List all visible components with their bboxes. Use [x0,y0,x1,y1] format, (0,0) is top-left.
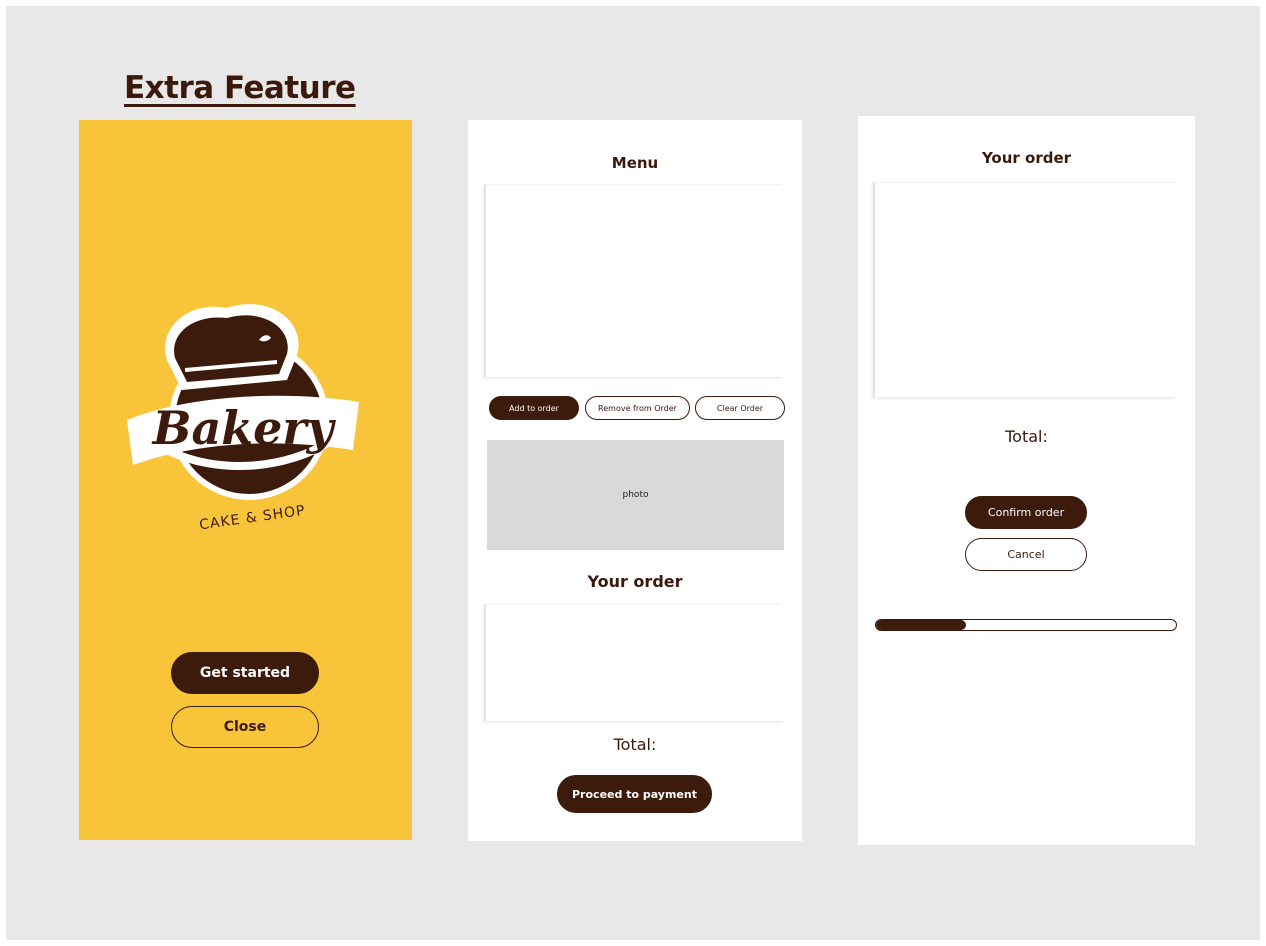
logo-tagline: CAKE & SHOP [198,503,306,534]
total-label: Total: [613,735,657,754]
bakery-logo: Bakery CAKE & SHOP [127,304,359,534]
get-started-button[interactable]: Get started [171,652,319,694]
order-total-label: Total: [1005,427,1048,446]
logo-wordmark: Bakery [151,401,337,455]
order-progress-bar [875,619,1177,631]
clear-order-button[interactable]: Clear Order [695,396,785,420]
page-title: Extra Feature [124,70,356,106]
your-order-title: Your order [587,572,683,591]
photo-placeholder: photo [487,440,784,550]
cancel-button[interactable]: Cancel [965,538,1087,571]
menu-title: Menu [611,154,659,172]
order-screen: Your order Total: Confirm order Cancel [858,116,1195,845]
order-summary-list[interactable] [873,182,1175,398]
confirm-order-button[interactable]: Confirm order [965,496,1087,529]
menu-list[interactable] [484,184,782,378]
add-to-order-button[interactable]: Add to order [489,396,579,420]
order-list[interactable] [484,604,782,722]
splash-screen: Bakery CAKE & SHOP Get started Close [79,120,412,840]
order-screen-title: Your order [981,149,1072,167]
remove-from-order-button[interactable]: Remove from Order [585,396,690,420]
proceed-to-payment-button[interactable]: Proceed to payment [557,775,712,813]
photo-label: photo [622,490,649,500]
close-button[interactable]: Close [171,706,319,748]
menu-screen: Menu Add to order Remove from Order Clea… [468,120,802,841]
order-progress-fill [876,620,966,630]
